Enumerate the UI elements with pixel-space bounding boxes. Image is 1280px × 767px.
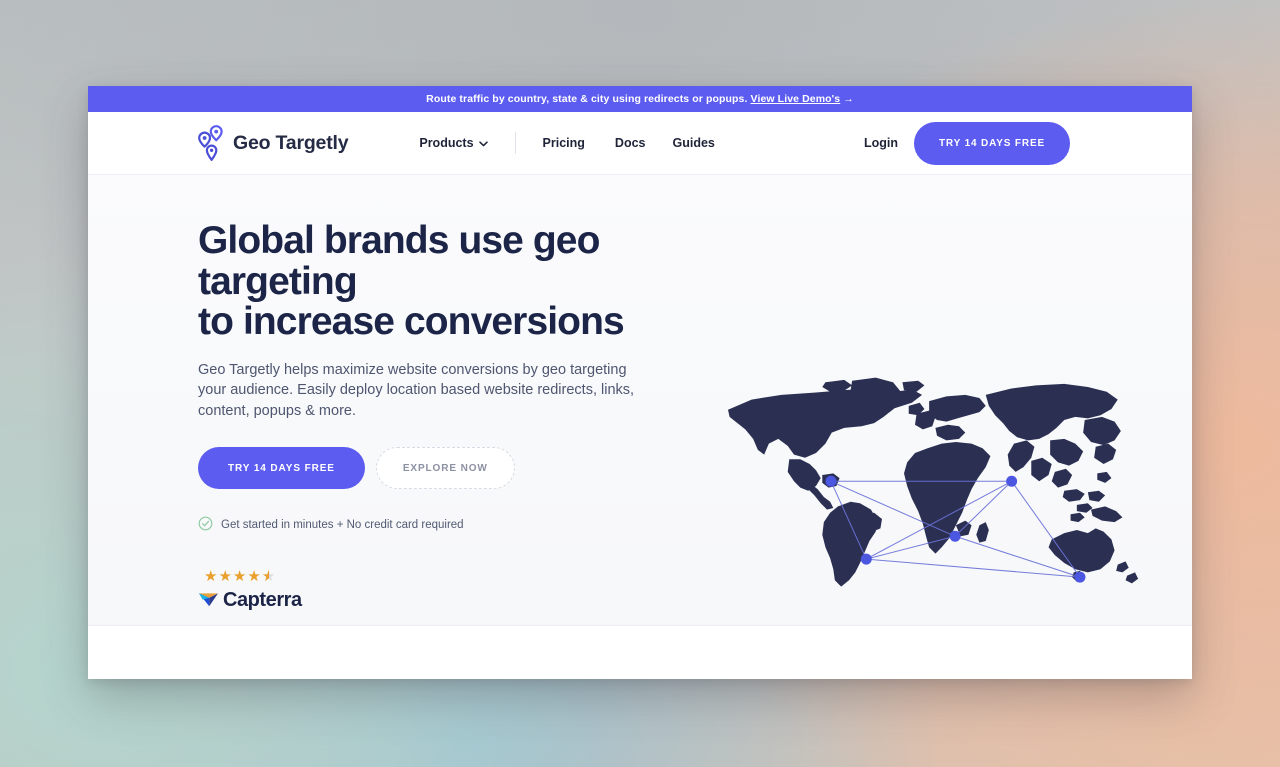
map-node-south-america [860, 553, 872, 565]
half-star-icon: ★ [262, 569, 275, 584]
capterra-wordmark: Capterra [223, 588, 302, 611]
map-node-australia [1074, 571, 1086, 583]
rating-block: ★ ★ ★ ★ ★ ★ Capterra [198, 569, 698, 613]
map-node-north-america [825, 475, 837, 487]
login-link[interactable]: Login [864, 136, 898, 150]
nav-item-guides[interactable]: Guides [673, 136, 715, 150]
hero-section: Global brands use geo targeting to incre… [88, 175, 1192, 625]
capterra-logo-icon [198, 587, 220, 613]
world-map-svg [728, 377, 1139, 587]
nav-item-products[interactable]: Products [419, 136, 488, 150]
arrow-right-icon: → [843, 93, 854, 105]
nav-item-label: Products [419, 136, 474, 150]
chevron-down-icon [478, 136, 488, 150]
page-title: Global brands use geo targeting to incre… [198, 219, 625, 344]
announcement-bar[interactable]: Route traffic by country, state & city u… [88, 86, 1192, 112]
assurance-note: Get started in minutes + No credit card … [198, 516, 698, 534]
star-rating: ★ ★ ★ ★ ★ [204, 569, 698, 584]
map-landmasses [728, 377, 1139, 587]
map-node-africa [949, 530, 961, 542]
announcement-text: Route traffic by country, state & city u… [426, 93, 751, 105]
nav-item-docs[interactable]: Docs [615, 136, 646, 150]
brand-logo[interactable]: Geo Targetly [198, 125, 349, 161]
circle-check-icon [198, 516, 213, 534]
main-nav: Products Pricing Docs Guides [381, 132, 715, 154]
star-icon: ★ [218, 568, 232, 586]
nav-item-pricing[interactable]: Pricing [543, 136, 585, 150]
desktop-backdrop: Route traffic by country, state & city u… [0, 0, 1280, 767]
assurance-text: Get started in minutes + No credit card … [221, 519, 464, 532]
nav-divider [514, 132, 516, 154]
site-header: Geo Targetly Products Pricing Docs Guide… [88, 112, 1192, 175]
hero-subheading: Geo Targetly helps maximize website conv… [198, 361, 635, 419]
star-icon: ★ [232, 568, 247, 586]
hero-cta-row: TRY 14 DAYS FREE EXPLORE NOW [198, 447, 698, 490]
header-trial-button[interactable]: TRY 14 DAYS FREE [913, 121, 1070, 165]
hero-trial-button[interactable]: TRY 14 DAYS FREE [198, 447, 365, 490]
geo-pins-logo-icon [198, 125, 224, 161]
map-node-asia [1006, 475, 1018, 487]
star-icon: ★ [247, 568, 261, 586]
world-map-network-graphic [706, 371, 1146, 601]
brand-name: Geo Targetly [233, 131, 349, 154]
footer-band [88, 625, 1192, 679]
hero-explore-button[interactable]: EXPLORE NOW [375, 447, 515, 490]
hero-copy: Global brands use geo targeting to incre… [198, 175, 698, 613]
announcement-link[interactable]: View Live Demo's [751, 93, 841, 105]
browser-window: Route traffic by country, state & city u… [88, 86, 1192, 679]
star-icon: ★ [204, 568, 218, 586]
capterra-logo[interactable]: Capterra [198, 587, 698, 613]
